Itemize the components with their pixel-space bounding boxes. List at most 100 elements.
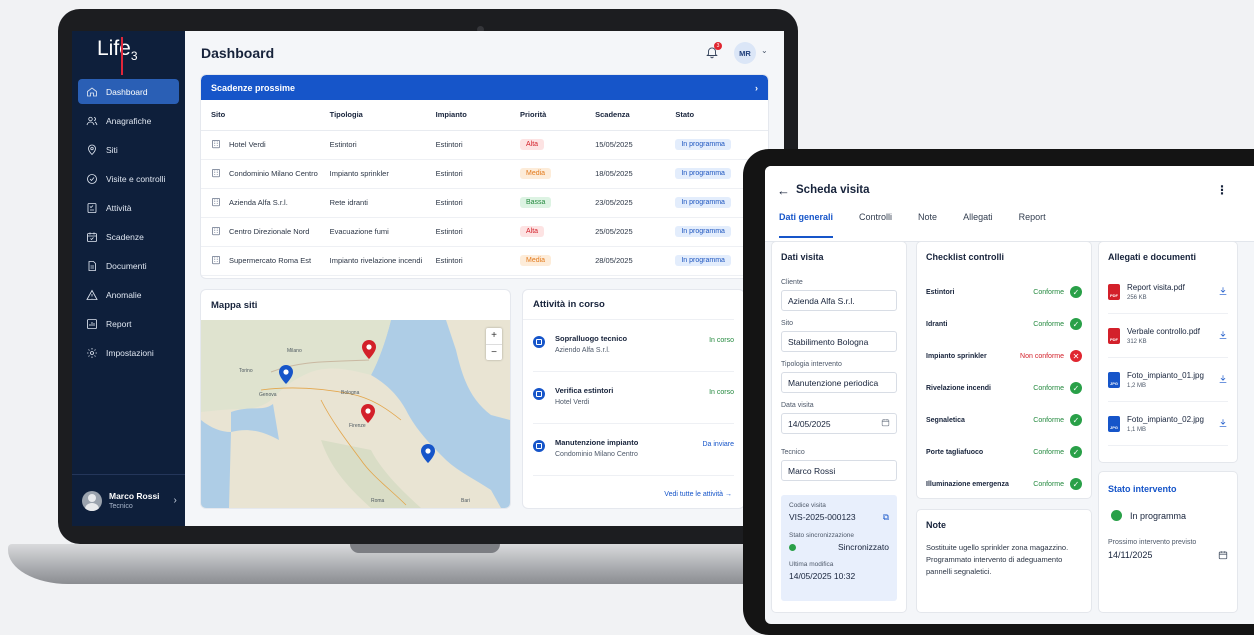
back-arrow-icon[interactable]: ← — [777, 183, 790, 198]
download-icon[interactable] — [1218, 371, 1228, 389]
map-pin-icon[interactable] — [279, 365, 293, 384]
bell-icon[interactable]: 3 — [705, 42, 722, 61]
plant-cell: Estintori — [435, 159, 520, 189]
check-result: Conforme — [1033, 416, 1064, 424]
file-name: Report visita.pdf — [1127, 282, 1185, 292]
map-city-label: Roma — [371, 498, 385, 504]
sidebar-item-impostazioni[interactable]: Impostazioni — [78, 340, 179, 365]
user-profile[interactable]: Marco Rossi Tecnico › — [72, 474, 185, 526]
activity-status: In corso — [709, 337, 734, 344]
map-pin-icon[interactable] — [361, 404, 375, 423]
tab-note[interactable]: Note — [918, 212, 937, 238]
status-dot — [1111, 510, 1122, 521]
sidebar-item-anomalie[interactable]: Anomalie — [78, 282, 179, 307]
column-header[interactable]: Tipologia — [329, 100, 436, 131]
site-name: Hotel Verdi — [229, 140, 266, 149]
checklist-item[interactable]: Rivelazione incendi Conforme ✓ — [926, 372, 1082, 404]
activity-icon — [533, 440, 545, 452]
field-input[interactable]: Manutenzione periodica — [781, 372, 897, 393]
download-icon[interactable] — [1218, 327, 1228, 345]
status-badge: In programma — [675, 226, 731, 237]
sites-map[interactable]: Milano Torino Genova Bologna Firenze Roma Bari… — [201, 320, 510, 508]
type-cell: Rete idranti — [329, 188, 436, 218]
table-row[interactable]: Centro Direzionale Nord Evacuazione fumi E… — [201, 217, 768, 247]
field-input[interactable]: Marco Rossi — [781, 460, 897, 481]
sidebar-item-dashboard[interactable]: Dashboard — [78, 79, 179, 104]
download-icon[interactable] — [1218, 415, 1228, 433]
sidebar-item-documenti[interactable]: Documenti — [78, 253, 179, 278]
attachment-item[interactable]: PDF Report visita.pdf 256 KB — [1108, 270, 1228, 314]
zoom-out-button[interactable]: − — [486, 344, 502, 360]
sidebar-item-scadenze[interactable]: Scadenze — [78, 224, 179, 249]
attachment-item[interactable]: PDF Verbale controllo.pdf 312 KB — [1108, 314, 1228, 358]
checklist-item[interactable]: Impianto sprinkler Non conforme ✕ — [926, 340, 1082, 372]
table-row[interactable]: Condominio Milano Centro Impianto sprinkl… — [201, 159, 768, 189]
user-name: Marco Rossi — [109, 491, 160, 501]
field-label: Cliente — [781, 279, 803, 286]
building-icon — [211, 168, 229, 180]
checklist-item[interactable]: Porte tagliafuoco Conforme ✓ — [926, 436, 1082, 468]
sidebar-nav: Dashboard Anagrafiche Siti Visite e control… — [72, 79, 185, 365]
check-result: Conforme — [1033, 384, 1064, 392]
tab-allegati[interactable]: Allegati — [963, 212, 993, 238]
table-row[interactable]: Supermercato Roma Est Impianto rivelazion… — [201, 246, 768, 276]
column-header[interactable]: Scadenza — [595, 100, 676, 131]
checklist-item[interactable]: Idranti Conforme ✓ — [926, 308, 1082, 340]
check-name: Porte tagliafuoco — [926, 448, 984, 456]
zoom-in-button[interactable]: + — [486, 328, 502, 344]
calendar-icon[interactable] — [1218, 550, 1228, 562]
table-row[interactable]: Hotel Verdi Estintori Estintori Alta 15/05/2… — [201, 130, 768, 160]
map-terrain — [201, 320, 510, 508]
activity-item[interactable]: Verifica estintori Hotel Verdi In corso — [533, 372, 734, 424]
sidebar-item-attivit[interactable]: Attività — [78, 195, 179, 220]
field-input[interactable]: Azienda Alfa S.r.l. — [781, 290, 897, 311]
check-result: Conforme — [1033, 288, 1064, 296]
activity-item[interactable]: Manutenzione impianto Condominio Milano C… — [533, 424, 734, 476]
date-cell: 25/05/2025 — [595, 217, 676, 247]
user-avatar-button[interactable]: MR — [734, 42, 756, 64]
copy-icon[interactable]: ⧉ — [883, 512, 889, 523]
checklist-item[interactable]: Illuminazione emergenza Conforme ✓ — [926, 468, 1082, 500]
field-input[interactable]: Stabilimento Bologna — [781, 331, 897, 352]
sidebar-item-anagrafiche[interactable]: Anagrafiche — [78, 108, 179, 133]
tab-report[interactable]: Report — [1019, 212, 1046, 238]
column-header[interactable]: Impianto — [435, 100, 520, 131]
tablet-screen: ← Scheda visita ⋮ Dati generali Controlli… — [765, 166, 1254, 624]
activity-item[interactable]: Sopralluogo tecnico Aziendo Alfa S.r.l. In… — [533, 320, 734, 372]
check-icon: ✓ — [1070, 446, 1082, 458]
sidebar-item-report[interactable]: Report — [78, 311, 179, 336]
file-name: Foto_impianto_02.jpg — [1127, 414, 1204, 424]
tab-controlli[interactable]: Controlli — [859, 212, 892, 238]
calendar-icon[interactable] — [881, 418, 890, 429]
building-icon — [211, 226, 229, 238]
chevron-down-icon[interactable]: ⌄ — [761, 46, 768, 55]
checklist-item[interactable]: Estintori Conforme ✓ — [926, 276, 1082, 308]
download-icon[interactable] — [1218, 283, 1228, 301]
attachment-item[interactable]: JPG Foto_impianto_01.jpg 1,2 MB — [1108, 358, 1228, 402]
check-name: Impianto sprinkler — [926, 352, 987, 360]
attachment-item[interactable]: JPG Foto_impianto_02.jpg 1,1 MB — [1108, 402, 1228, 446]
checklist-item[interactable]: Segnaletica Conforme ✓ — [926, 404, 1082, 436]
column-header[interactable]: Stato — [675, 100, 768, 131]
more-menu-icon[interactable]: ⋮ — [1216, 183, 1228, 197]
sidebar-item-label: Anagrafiche — [106, 115, 152, 126]
sidebar-item-label: Documenti — [106, 260, 147, 271]
activity-title: Manutenzione impianto — [555, 438, 639, 447]
table-row[interactable]: Azienda Alfa S.r.l. Rete idranti Estintori… — [201, 188, 768, 218]
map-pin-icon[interactable] — [362, 340, 376, 359]
building-icon — [211, 139, 229, 151]
sidebar-item-siti[interactable]: Siti — [78, 137, 179, 162]
priority-badge: Media — [519, 168, 552, 179]
map-pin-icon[interactable] — [421, 444, 435, 463]
deadlines-header[interactable]: Scadenze prossime › — [201, 75, 768, 100]
see-all-activities-link[interactable]: Vedi tutte le attività → — [664, 491, 732, 498]
check-icon: ✓ — [1070, 478, 1082, 490]
column-header[interactable]: Sito — [201, 100, 330, 131]
sidebar-item-visite-e-controlli[interactable]: Visite e controlli — [78, 166, 179, 191]
field-input[interactable]: 14/05/2025 — [781, 413, 897, 434]
pdf-file-icon: PDF — [1108, 327, 1120, 344]
file-name: Foto_impianto_01.jpg — [1127, 370, 1204, 380]
tab-dati-generali[interactable]: Dati generali — [779, 212, 834, 238]
document-icon — [86, 260, 98, 272]
column-header[interactable]: Priorità — [519, 100, 596, 131]
